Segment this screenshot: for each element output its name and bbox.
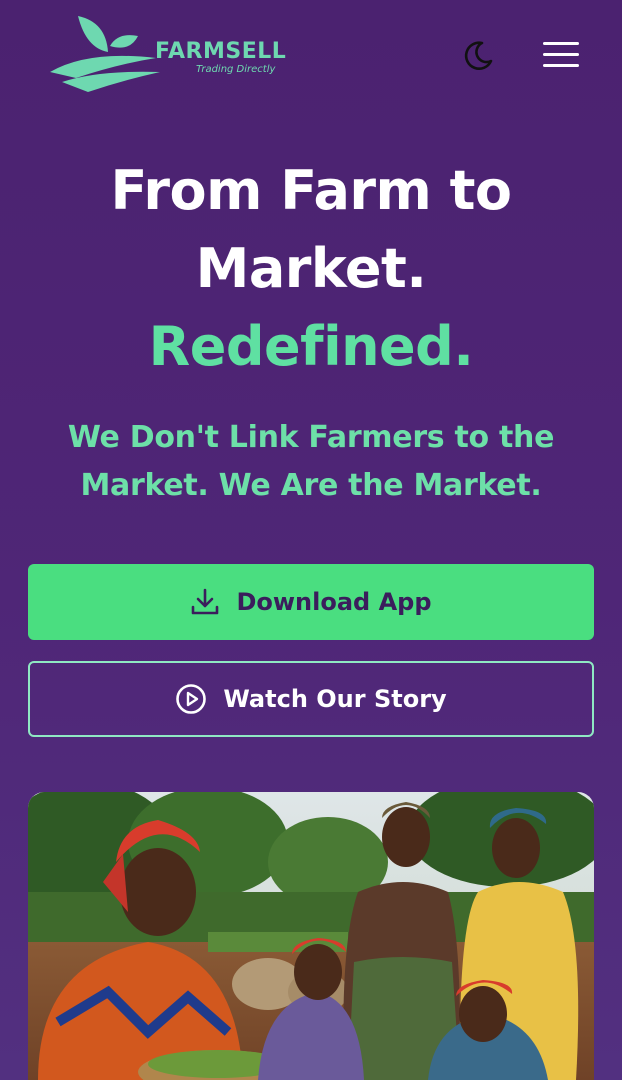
leaf-logo-icon xyxy=(50,16,160,92)
hero-subtitle: We Don't Link Farmers to the Market. We … xyxy=(67,420,555,503)
download-app-label: Download App xyxy=(236,588,432,616)
moon-icon xyxy=(464,41,493,70)
brand-tagline: Trading Directly xyxy=(196,64,276,75)
play-circle-icon xyxy=(176,684,207,714)
hero-title: From Farm to Market. Redefined. xyxy=(20,152,602,386)
download-app-button[interactable]: Download App xyxy=(28,564,594,640)
menu-line xyxy=(543,52,579,56)
menu-line xyxy=(543,63,579,67)
menu-line xyxy=(543,41,579,45)
theme-toggle-button[interactable] xyxy=(458,36,498,76)
hero-title-line2: Market. xyxy=(195,237,427,300)
farmsell-logo[interactable]: FARMSELL Trading Directly xyxy=(48,12,288,92)
hamburger-menu-button[interactable] xyxy=(538,34,584,74)
download-icon xyxy=(192,588,219,615)
brand-name: FARMSELL xyxy=(155,39,287,64)
women-farmers-photo xyxy=(28,792,594,1080)
site-header: FARMSELL Trading Directly xyxy=(0,0,622,110)
watch-story-label: Watch Our Story xyxy=(223,685,447,713)
watch-story-button[interactable]: Watch Our Story xyxy=(28,661,594,737)
hero-title-accent: Redefined. xyxy=(148,315,474,378)
hero-title-line1: From Farm to xyxy=(110,159,512,222)
